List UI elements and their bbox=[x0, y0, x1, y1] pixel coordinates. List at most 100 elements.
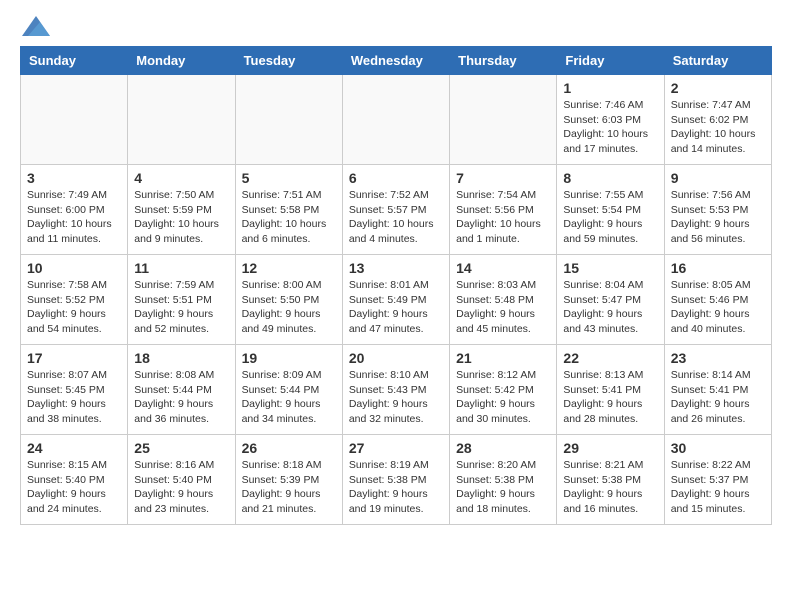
day-number: 6 bbox=[349, 170, 443, 186]
day-info: Sunrise: 8:00 AM Sunset: 5:50 PM Dayligh… bbox=[242, 278, 336, 337]
day-info: Sunrise: 8:18 AM Sunset: 5:39 PM Dayligh… bbox=[242, 458, 336, 517]
column-header-thursday: Thursday bbox=[450, 47, 557, 75]
calendar-cell bbox=[128, 75, 235, 165]
calendar-cell: 27Sunrise: 8:19 AM Sunset: 5:38 PM Dayli… bbox=[342, 435, 449, 525]
day-number: 26 bbox=[242, 440, 336, 456]
calendar-cell: 10 Sunrise: 7:58 AM Sunset: 5:52 PM Dayli… bbox=[21, 255, 128, 345]
day-info: Sunrise: 8:15 AM Sunset: 5:40 PM Dayligh… bbox=[27, 458, 121, 517]
calendar-cell: 23 Sunrise: 8:14 AM Sunset: 5:41 PM Dayli… bbox=[664, 345, 771, 435]
column-header-monday: Monday bbox=[128, 47, 235, 75]
day-number: 11 bbox=[134, 260, 228, 276]
day-info: Sunrise: 8:20 AM Sunset: 5:38 PM Dayligh… bbox=[456, 458, 550, 517]
day-number: 29 bbox=[563, 440, 657, 456]
calendar-cell bbox=[450, 75, 557, 165]
day-info: Sunrise: 8:14 AM Sunset: 5:41 PM Dayligh… bbox=[671, 368, 765, 427]
calendar-cell: 12 Sunrise: 8:00 AM Sunset: 5:50 PM Dayli… bbox=[235, 255, 342, 345]
day-info: Sunrise: 7:55 AM Sunset: 5:54 PM Dayligh… bbox=[563, 188, 657, 247]
page-header bbox=[20, 16, 772, 36]
calendar-body: 1Sunrise: 7:46 AM Sunset: 6:03 PM Daylig… bbox=[21, 75, 772, 525]
calendar-cell: 19 Sunrise: 8:09 AM Sunset: 5:44 PM Dayli… bbox=[235, 345, 342, 435]
day-number: 19 bbox=[242, 350, 336, 366]
day-number: 17 bbox=[27, 350, 121, 366]
day-number: 13 bbox=[349, 260, 443, 276]
calendar-cell bbox=[235, 75, 342, 165]
calendar-cell: 28 Sunrise: 8:20 AM Sunset: 5:38 PM Dayli… bbox=[450, 435, 557, 525]
day-info: Sunrise: 7:47 AM Sunset: 6:02 PM Dayligh… bbox=[671, 98, 765, 157]
calendar-cell: 30Sunrise: 8:22 AM Sunset: 5:37 PM Dayli… bbox=[664, 435, 771, 525]
calendar-cell: 26 Sunrise: 8:18 AM Sunset: 5:39 PM Dayli… bbox=[235, 435, 342, 525]
page-container: SundayMondayTuesdayWednesdayThursdayFrid… bbox=[0, 0, 792, 541]
calendar-cell: 25 Sunrise: 8:16 AM Sunset: 5:40 PM Dayli… bbox=[128, 435, 235, 525]
day-info: Sunrise: 7:46 AM Sunset: 6:03 PM Dayligh… bbox=[563, 98, 657, 157]
day-info: Sunrise: 8:07 AM Sunset: 5:45 PM Dayligh… bbox=[27, 368, 121, 427]
day-number: 24 bbox=[27, 440, 121, 456]
day-number: 10 bbox=[27, 260, 121, 276]
day-info: Sunrise: 7:58 AM Sunset: 5:52 PM Dayligh… bbox=[27, 278, 121, 337]
day-number: 20 bbox=[349, 350, 443, 366]
calendar-cell: 13Sunrise: 8:01 AM Sunset: 5:49 PM Dayli… bbox=[342, 255, 449, 345]
calendar-cell: 1Sunrise: 7:46 AM Sunset: 6:03 PM Daylig… bbox=[557, 75, 664, 165]
day-info: Sunrise: 8:16 AM Sunset: 5:40 PM Dayligh… bbox=[134, 458, 228, 517]
calendar-cell: 22 Sunrise: 8:13 AM Sunset: 5:41 PM Dayli… bbox=[557, 345, 664, 435]
day-info: Sunrise: 7:51 AM Sunset: 5:58 PM Dayligh… bbox=[242, 188, 336, 247]
day-info: Sunrise: 8:08 AM Sunset: 5:44 PM Dayligh… bbox=[134, 368, 228, 427]
day-number: 12 bbox=[242, 260, 336, 276]
calendar-cell: 24 Sunrise: 8:15 AM Sunset: 5:40 PM Dayli… bbox=[21, 435, 128, 525]
day-number: 2 bbox=[671, 80, 765, 96]
day-info: Sunrise: 8:03 AM Sunset: 5:48 PM Dayligh… bbox=[456, 278, 550, 337]
day-number: 27 bbox=[349, 440, 443, 456]
day-number: 23 bbox=[671, 350, 765, 366]
day-number: 8 bbox=[563, 170, 657, 186]
calendar-cell: 15 Sunrise: 8:04 AM Sunset: 5:47 PM Dayli… bbox=[557, 255, 664, 345]
calendar-cell: 5 Sunrise: 7:51 AM Sunset: 5:58 PM Daylig… bbox=[235, 165, 342, 255]
calendar-cell: 9 Sunrise: 7:56 AM Sunset: 5:53 PM Daylig… bbox=[664, 165, 771, 255]
calendar-week-2: 10 Sunrise: 7:58 AM Sunset: 5:52 PM Dayli… bbox=[21, 255, 772, 345]
day-info: Sunrise: 8:09 AM Sunset: 5:44 PM Dayligh… bbox=[242, 368, 336, 427]
day-info: Sunrise: 7:52 AM Sunset: 5:57 PM Dayligh… bbox=[349, 188, 443, 247]
header-row: SundayMondayTuesdayWednesdayThursdayFrid… bbox=[21, 47, 772, 75]
calendar-cell: 3 Sunrise: 7:49 AM Sunset: 6:00 PM Daylig… bbox=[21, 165, 128, 255]
calendar-cell: 16Sunrise: 8:05 AM Sunset: 5:46 PM Dayli… bbox=[664, 255, 771, 345]
calendar-cell: 21 Sunrise: 8:12 AM Sunset: 5:42 PM Dayli… bbox=[450, 345, 557, 435]
column-header-sunday: Sunday bbox=[21, 47, 128, 75]
day-info: Sunrise: 7:50 AM Sunset: 5:59 PM Dayligh… bbox=[134, 188, 228, 247]
day-info: Sunrise: 8:21 AM Sunset: 5:38 PM Dayligh… bbox=[563, 458, 657, 517]
calendar-cell: 11 Sunrise: 7:59 AM Sunset: 5:51 PM Dayli… bbox=[128, 255, 235, 345]
day-info: Sunrise: 8:13 AM Sunset: 5:41 PM Dayligh… bbox=[563, 368, 657, 427]
calendar-cell: 7 Sunrise: 7:54 AM Sunset: 5:56 PM Daylig… bbox=[450, 165, 557, 255]
day-info: Sunrise: 7:54 AM Sunset: 5:56 PM Dayligh… bbox=[456, 188, 550, 247]
calendar-cell: 17 Sunrise: 8:07 AM Sunset: 5:45 PM Dayli… bbox=[21, 345, 128, 435]
day-info: Sunrise: 8:12 AM Sunset: 5:42 PM Dayligh… bbox=[456, 368, 550, 427]
day-info: Sunrise: 8:04 AM Sunset: 5:47 PM Dayligh… bbox=[563, 278, 657, 337]
column-header-tuesday: Tuesday bbox=[235, 47, 342, 75]
day-info: Sunrise: 7:59 AM Sunset: 5:51 PM Dayligh… bbox=[134, 278, 228, 337]
calendar-cell: 29 Sunrise: 8:21 AM Sunset: 5:38 PM Dayli… bbox=[557, 435, 664, 525]
calendar-cell: 2 Sunrise: 7:47 AM Sunset: 6:02 PM Daylig… bbox=[664, 75, 771, 165]
day-number: 5 bbox=[242, 170, 336, 186]
calendar-week-1: 3 Sunrise: 7:49 AM Sunset: 6:00 PM Daylig… bbox=[21, 165, 772, 255]
calendar-cell: 4 Sunrise: 7:50 AM Sunset: 5:59 PM Daylig… bbox=[128, 165, 235, 255]
day-number: 3 bbox=[27, 170, 121, 186]
day-number: 14 bbox=[456, 260, 550, 276]
day-number: 28 bbox=[456, 440, 550, 456]
calendar-week-0: 1Sunrise: 7:46 AM Sunset: 6:03 PM Daylig… bbox=[21, 75, 772, 165]
calendar-cell bbox=[342, 75, 449, 165]
day-number: 7 bbox=[456, 170, 550, 186]
day-number: 4 bbox=[134, 170, 228, 186]
calendar-cell: 18Sunrise: 8:08 AM Sunset: 5:44 PM Dayli… bbox=[128, 345, 235, 435]
day-info: Sunrise: 8:22 AM Sunset: 5:37 PM Dayligh… bbox=[671, 458, 765, 517]
column-header-wednesday: Wednesday bbox=[342, 47, 449, 75]
day-number: 22 bbox=[563, 350, 657, 366]
column-header-friday: Friday bbox=[557, 47, 664, 75]
day-number: 15 bbox=[563, 260, 657, 276]
day-number: 21 bbox=[456, 350, 550, 366]
day-info: Sunrise: 7:49 AM Sunset: 6:00 PM Dayligh… bbox=[27, 188, 121, 247]
calendar-week-4: 24 Sunrise: 8:15 AM Sunset: 5:40 PM Dayli… bbox=[21, 435, 772, 525]
calendar-header: SundayMondayTuesdayWednesdayThursdayFrid… bbox=[21, 47, 772, 75]
calendar-cell bbox=[21, 75, 128, 165]
day-number: 25 bbox=[134, 440, 228, 456]
day-number: 9 bbox=[671, 170, 765, 186]
day-number: 16 bbox=[671, 260, 765, 276]
day-info: Sunrise: 7:56 AM Sunset: 5:53 PM Dayligh… bbox=[671, 188, 765, 247]
calendar-cell: 20Sunrise: 8:10 AM Sunset: 5:43 PM Dayli… bbox=[342, 345, 449, 435]
